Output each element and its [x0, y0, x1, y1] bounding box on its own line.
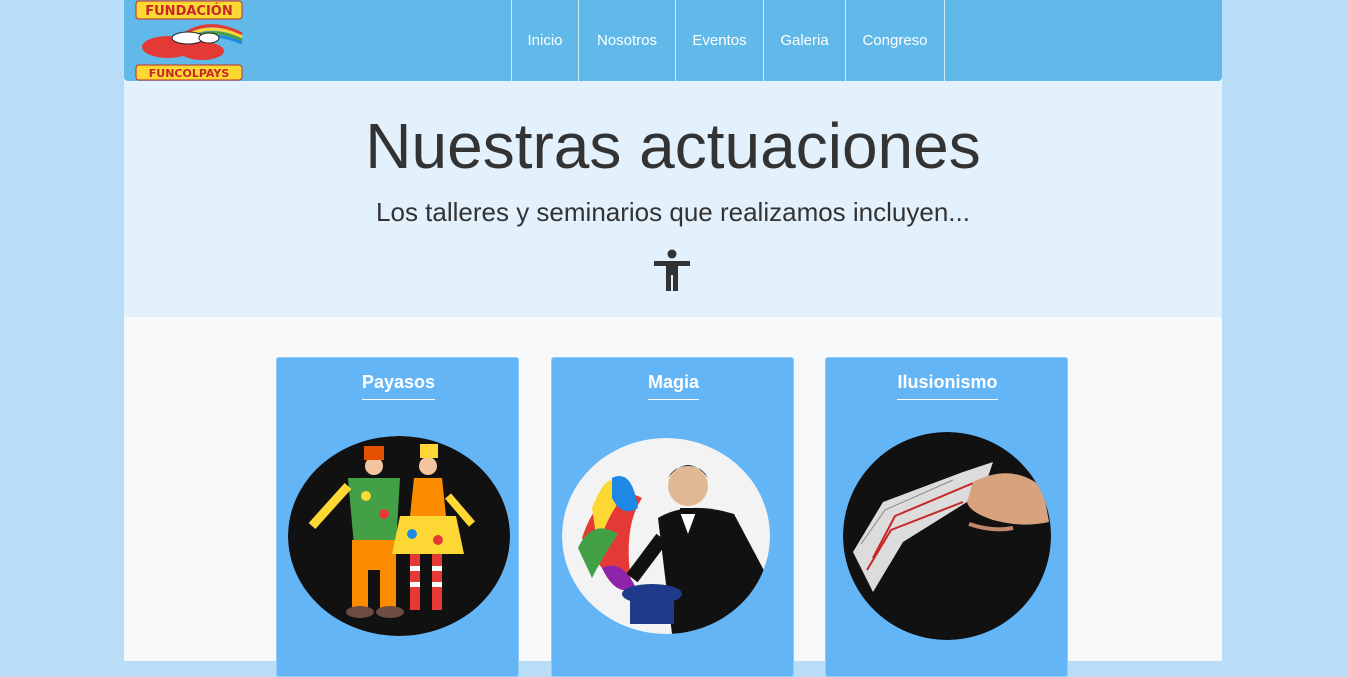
- page-title: Nuestras actuaciones: [365, 110, 981, 182]
- card-trick-image: [843, 432, 1051, 640]
- card-ilusionismo[interactable]: Ilusionismo: [825, 357, 1068, 677]
- card-title[interactable]: Ilusionismo: [826, 372, 1069, 400]
- nav-inicio[interactable]: Inicio: [511, 0, 578, 81]
- person-accessibility-icon: [654, 249, 690, 291]
- page-subtitle: Los talleres y seminarios que realizamos…: [376, 197, 970, 227]
- card-title[interactable]: Payasos: [277, 372, 520, 400]
- nav-eventos[interactable]: Eventos: [675, 0, 763, 81]
- magician-image: [562, 438, 770, 634]
- nav-galeria[interactable]: Galeria: [763, 0, 845, 81]
- page-container: FUNDACIÓN FUNCOLPAYS Inicio Nosotros Eve…: [124, 0, 1222, 677]
- hero-section: Nuestras actuaciones Los talleres y semi…: [124, 81, 1222, 317]
- card-payasos[interactable]: Payasos: [276, 357, 519, 677]
- main-nav: Inicio Nosotros Eventos Galeria Congreso: [511, 0, 945, 81]
- nav-nosotros[interactable]: Nosotros: [578, 0, 675, 81]
- clowns-image: [288, 436, 510, 636]
- funcolpays-logo[interactable]: FUNDACIÓN FUNCOLPAYS: [134, 0, 246, 81]
- nav-congreso[interactable]: Congreso: [845, 0, 944, 81]
- svg-text:FUNDACIÓN: FUNDACIÓN: [145, 3, 232, 19]
- card-magia[interactable]: Magia: [551, 357, 794, 677]
- navbar: FUNDACIÓN FUNCOLPAYS Inicio Nosotros Eve…: [124, 0, 1222, 81]
- svg-text:FUNCOLPAYS: FUNCOLPAYS: [149, 67, 230, 80]
- card-title[interactable]: Magia: [552, 372, 795, 400]
